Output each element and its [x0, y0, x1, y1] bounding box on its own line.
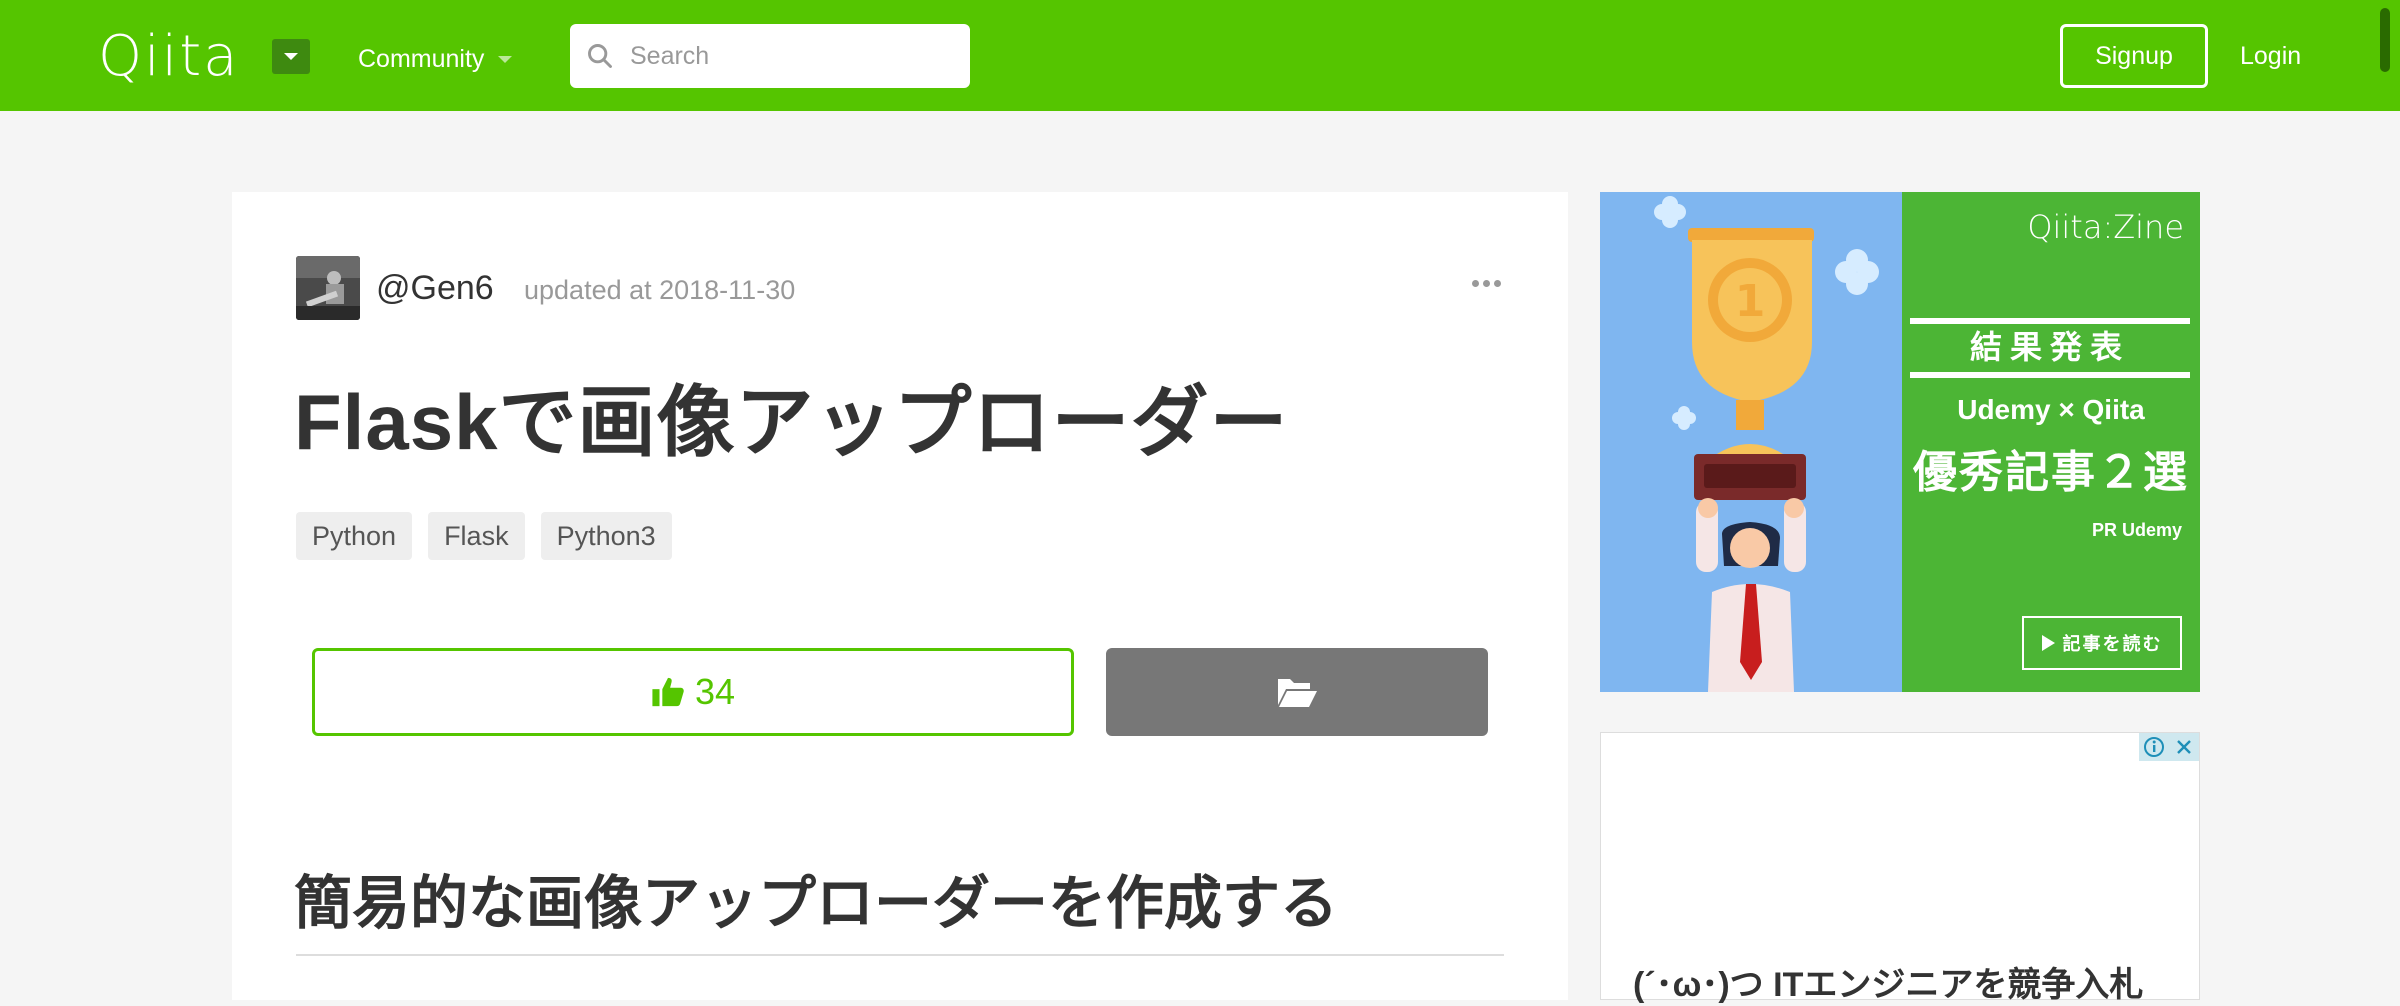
- section-divider: [296, 954, 1504, 956]
- ad-2-text: (´･ω･)つ ITエンジニアを競争入札: [1633, 966, 2144, 1004]
- more-options-icon[interactable]: [1472, 280, 1501, 287]
- play-icon: [2041, 635, 2055, 651]
- tag-python3[interactable]: Python3: [540, 512, 672, 560]
- community-label: Community: [358, 45, 485, 73]
- ad-brand: Qiita:Zine: [2027, 208, 2184, 246]
- author-username[interactable]: @Gen6: [376, 266, 494, 310]
- search-input[interactable]: [630, 41, 950, 71]
- global-header: Qiita Community Signup Login: [0, 0, 2400, 111]
- section-heading: 簡易的な画像アップローダーを作成する: [294, 871, 1339, 936]
- stock-button[interactable]: [1106, 648, 1488, 736]
- svg-text:1: 1: [1735, 276, 1766, 327]
- search-icon: [588, 44, 612, 68]
- sidebar-ad-2[interactable]: (´･ω･)つ ITエンジニアを競争入札: [1600, 732, 2200, 1004]
- read-article-label: 記事を読む: [2062, 634, 2163, 654]
- qiita-logo[interactable]: Qiita: [98, 22, 239, 92]
- tag-flask[interactable]: Flask: [428, 512, 525, 560]
- tag-python[interactable]: Python: [296, 512, 413, 560]
- like-button[interactable]: 34: [312, 648, 1074, 736]
- avatar[interactable]: [296, 256, 360, 320]
- search-box[interactable]: [570, 24, 970, 88]
- chevron-down-icon: [498, 55, 513, 63]
- thumbs-up-icon: [652, 677, 684, 707]
- logo-dropdown-button[interactable]: [272, 39, 310, 74]
- article-title: Flaskで画像アップローダー: [294, 378, 1289, 466]
- ad-close-icon[interactable]: [2169, 733, 2199, 761]
- ad-main-copy: 優秀記事２選: [1913, 448, 2189, 497]
- avatar-image: [296, 256, 360, 320]
- ad-illustration: 1: [1600, 192, 1902, 692]
- read-article-button[interactable]: 記事を読む: [2022, 616, 2182, 670]
- ad-pr-label: PR Udemy: [2091, 520, 2182, 540]
- tag-list: Python Flask Python3: [296, 512, 672, 560]
- trophy-illustration: 1: [1654, 196, 1879, 692]
- sidebar-ad-banner[interactable]: 1 Qiita:Zine 結果発表 Udemy × Qiita 優秀記事２選 P…: [1600, 192, 2200, 692]
- ad-copy-panel: Qiita:Zine 結果発表 Udemy × Qiita 優秀記事２選 PR …: [1902, 192, 2200, 692]
- updated-date: updated at 2018-11-30: [524, 275, 796, 305]
- signup-button[interactable]: Signup: [2060, 24, 2208, 88]
- ad-subline: Udemy × Qiita: [1957, 394, 2145, 425]
- community-menu[interactable]: Community: [358, 42, 513, 76]
- ad-info-icon[interactable]: [2139, 733, 2169, 761]
- like-count: 34: [694, 671, 736, 712]
- ad-rule-bottom: [1910, 372, 2190, 378]
- login-link[interactable]: Login: [2240, 38, 2301, 74]
- scrollbar-thumb[interactable]: [2380, 8, 2390, 72]
- article-card: @Gen6 updated at 2018-11-30 Flaskで画像アップロ…: [232, 192, 1568, 1000]
- folder-open-icon: [1278, 679, 1317, 707]
- ad-headline: 結果発表: [1969, 329, 2130, 365]
